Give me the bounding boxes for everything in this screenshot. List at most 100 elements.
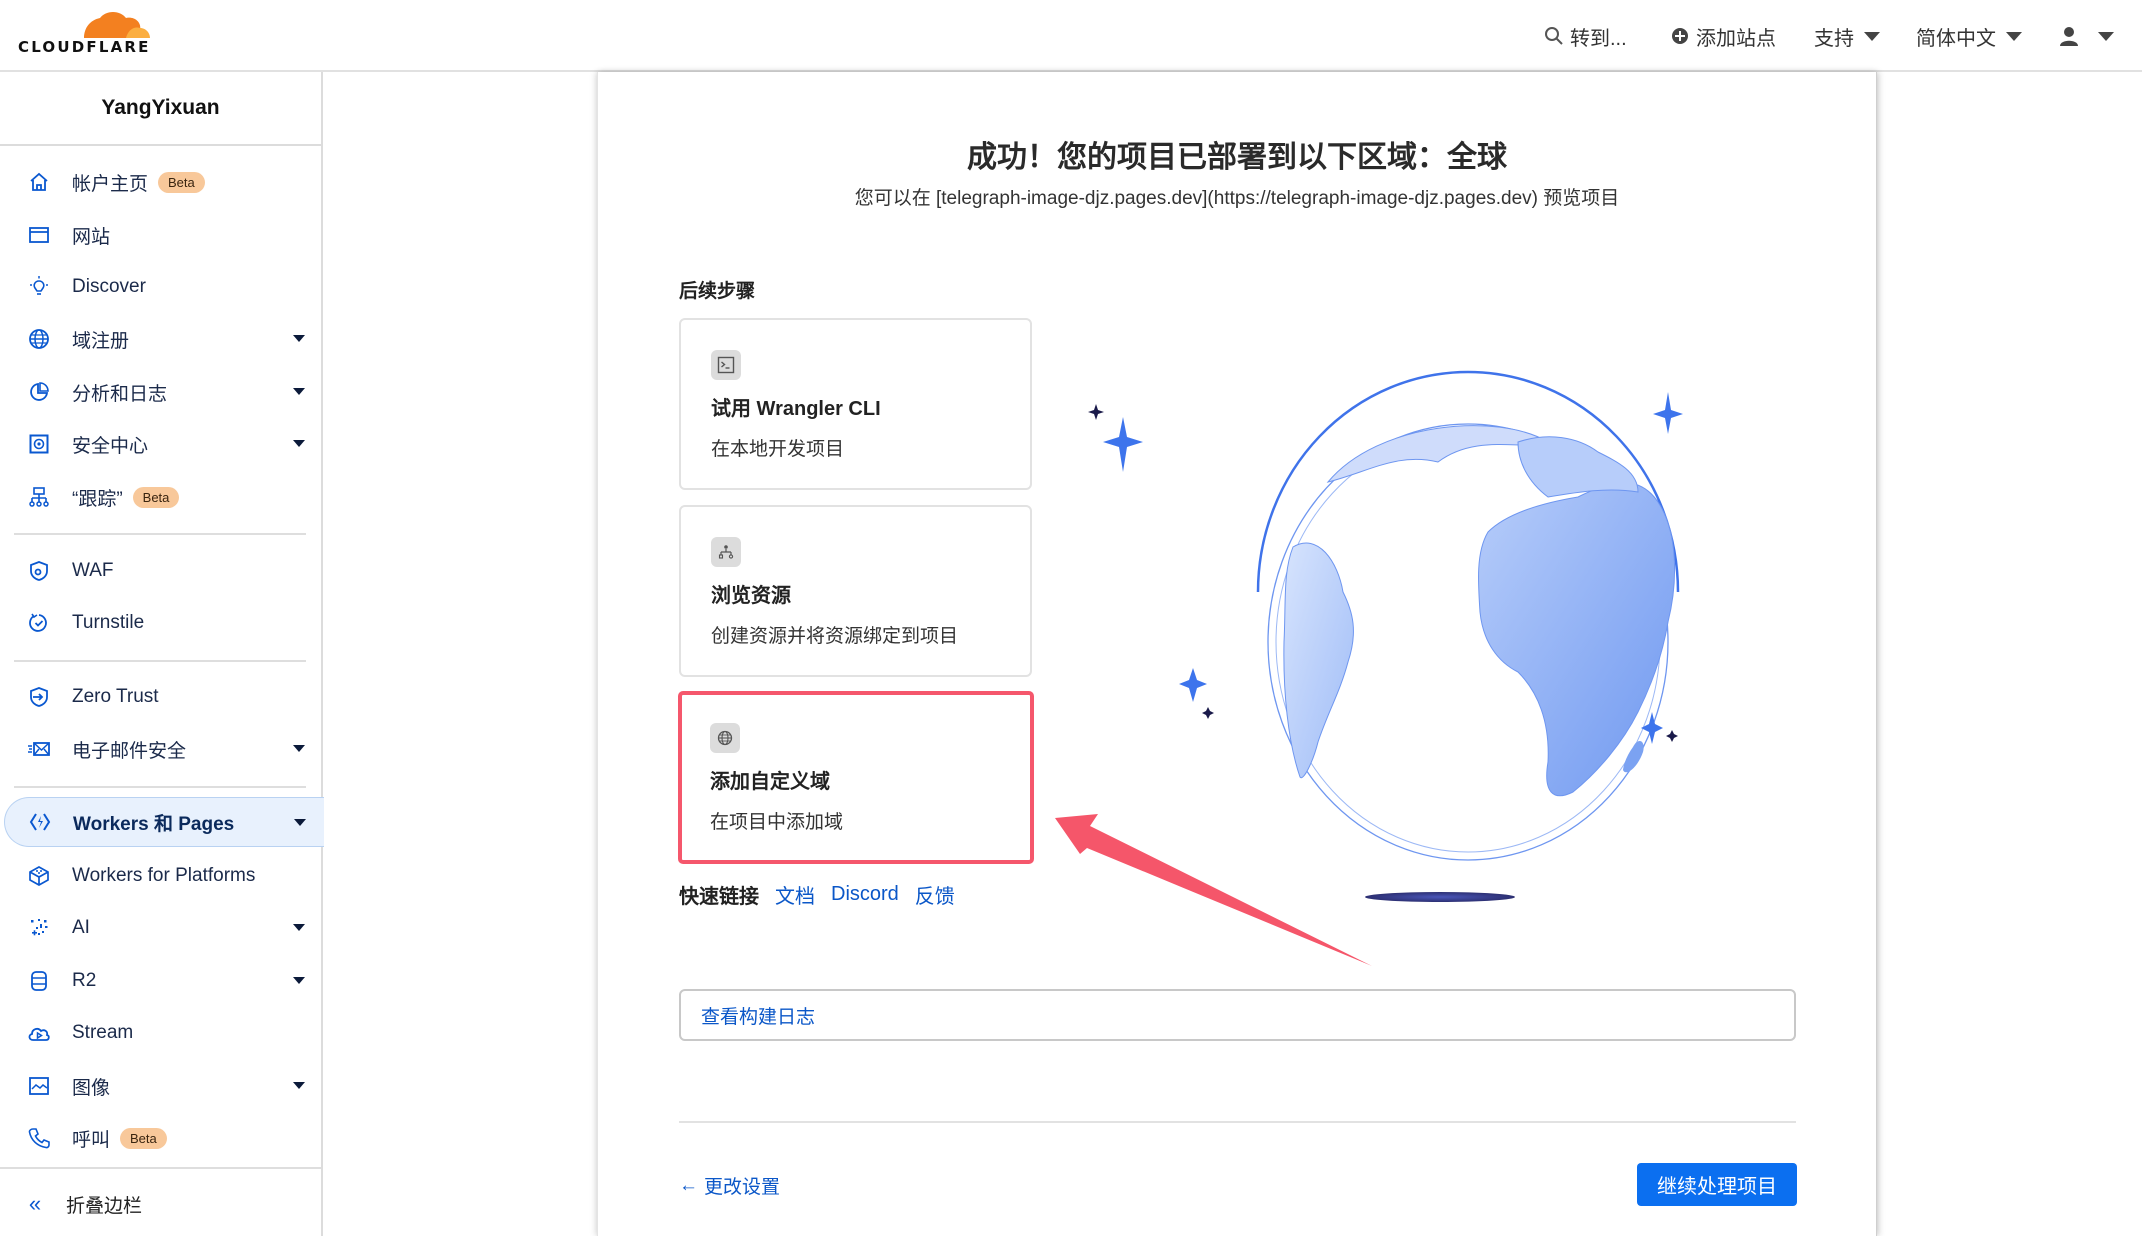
search-icon bbox=[1545, 27, 1563, 45]
page-title: 成功！您的项目已部署到以下区域：全球 bbox=[967, 141, 1507, 174]
sidebar-item-label: 安全中心 bbox=[72, 435, 149, 457]
plus-circle-icon bbox=[1672, 28, 1688, 44]
feedback-link[interactable]: 反馈 bbox=[915, 880, 955, 909]
landmass-europe bbox=[1517, 436, 1639, 498]
sidebar-item-label: “跟踪” bbox=[72, 488, 123, 510]
footer-divider bbox=[679, 1121, 1796, 1123]
preview-url-text: 您可以在 [telegraph-image-djz.pages.dev](htt… bbox=[854, 188, 1620, 209]
cube-icon bbox=[26, 863, 52, 889]
next-steps-heading: 后续步骤 bbox=[679, 281, 756, 302]
hierarchy-icon bbox=[711, 537, 741, 567]
sidebar-item-security-center[interactable]: 安全中心 bbox=[0, 419, 321, 469]
refresh-check-icon bbox=[26, 610, 52, 636]
goto-label: 转到... bbox=[1570, 27, 1627, 50]
sidebar-item-label: 电子邮件安全 bbox=[72, 740, 187, 762]
sidebar-item-analytics-logs[interactable]: 分析和日志 bbox=[0, 367, 321, 417]
chevron-down-icon bbox=[294, 819, 306, 826]
change-settings-link[interactable]: ← 更改设置 bbox=[679, 1172, 780, 1199]
sidebar-item-workers-pages[interactable]: Workers 和 Pages bbox=[4, 797, 324, 847]
fast-mail-icon bbox=[26, 736, 52, 762]
sidebar-item-zero-trust[interactable]: Zero Trust bbox=[0, 672, 321, 722]
sidebar: YangYixuan 帐户主页 Beta 网站 Discover 域注册 分析和日… bbox=[0, 72, 324, 1236]
sidebar-item-label: 分析和日志 bbox=[72, 383, 168, 405]
sidebar-item-trace[interactable]: “跟踪” Beta bbox=[0, 472, 321, 522]
top-header: CLOUDFLARE 转到... 添加站点 支持 简体中文 bbox=[0, 0, 2142, 72]
card-title: 试用 Wrangler CLI bbox=[711, 398, 881, 420]
double-chevron-left-icon: « bbox=[28, 1191, 42, 1216]
card-title: 添加自定义域 bbox=[710, 771, 830, 793]
sidebar-item-label: WAF bbox=[72, 560, 114, 581]
support-menu[interactable]: 支持 bbox=[1814, 18, 1880, 54]
shield-gear-icon bbox=[26, 558, 52, 584]
shield-enter-icon bbox=[26, 684, 52, 710]
collapse-sidebar-label: 折叠边栏 bbox=[66, 1195, 143, 1217]
landmass-africa bbox=[1477, 482, 1676, 797]
cloudflare-wordmark: CLOUDFLARE bbox=[18, 38, 151, 56]
quick-links: 快速链接 文档 Discord 反馈 bbox=[679, 880, 955, 909]
collapse-sidebar-button[interactable]: « 折叠边栏 bbox=[0, 1179, 321, 1229]
sidebar-item-r2[interactable]: R2 bbox=[0, 956, 321, 1006]
globe-illustration bbox=[1088, 370, 1683, 902]
card-try-wrangler-cli[interactable]: 试用 Wrangler CLI 在本地开发项目 bbox=[679, 318, 1032, 490]
landmass-south-america bbox=[1283, 542, 1354, 779]
discord-link[interactable]: Discord bbox=[831, 883, 899, 906]
card-add-custom-domain[interactable]: 添加自定义域 在项目中添加域 bbox=[678, 691, 1034, 864]
chevron-down-icon bbox=[293, 745, 305, 752]
sidebar-item-calls[interactable]: 呼叫 Beta bbox=[0, 1113, 321, 1163]
arrow-left-icon: ← bbox=[679, 1174, 698, 1196]
sidebar-item-images[interactable]: 图像 bbox=[0, 1061, 321, 1111]
chevron-down-icon bbox=[2098, 31, 2114, 41]
sidebar-item-label: Workers 和 Pages bbox=[73, 813, 235, 835]
network-tree-icon bbox=[26, 484, 52, 510]
sidebar-item-turnstile[interactable]: Turnstile bbox=[0, 598, 321, 648]
beta-badge: Beta bbox=[158, 171, 205, 193]
safe-icon bbox=[26, 431, 52, 457]
account-name[interactable]: YangYixuan bbox=[0, 72, 321, 146]
quick-links-label: 快速链接 bbox=[679, 886, 759, 908]
sidebar-divider bbox=[14, 786, 306, 788]
docs-link[interactable]: 文档 bbox=[775, 880, 815, 909]
view-build-log-button[interactable]: 查看构建日志 bbox=[679, 989, 1796, 1041]
pie-chart-icon bbox=[26, 379, 52, 405]
sidebar-item-waf[interactable]: WAF bbox=[0, 546, 321, 596]
card-browse-resources[interactable]: 浏览资源 创建资源并将资源绑定到项目 bbox=[679, 505, 1032, 677]
sidebar-item-account-home[interactable]: 帐户主页 Beta bbox=[0, 157, 321, 207]
chevron-down-icon bbox=[293, 977, 305, 984]
sidebar-item-label: AI bbox=[72, 917, 90, 938]
sidebar-item-workers-for-platforms[interactable]: Workers for Platforms bbox=[0, 851, 321, 901]
sidebar-item-label: 呼叫 bbox=[72, 1129, 111, 1151]
chevron-down-icon bbox=[293, 388, 305, 395]
sidebar-item-discover[interactable]: Discover bbox=[0, 262, 321, 312]
sidebar-item-label: Turnstile bbox=[72, 612, 145, 633]
sidebar-divider bbox=[14, 660, 306, 662]
sidebar-item-domain-registration[interactable]: 域注册 bbox=[0, 314, 321, 364]
chevron-down-icon bbox=[1864, 31, 1880, 41]
sidebar-item-label: R2 bbox=[72, 970, 97, 991]
browser-window-icon bbox=[26, 222, 52, 248]
sidebar-item-label: 网站 bbox=[72, 226, 111, 248]
user-menu[interactable] bbox=[2058, 18, 2114, 54]
globe-shadow bbox=[1365, 892, 1515, 902]
chevron-down-icon bbox=[293, 924, 305, 931]
continue-to-project-button[interactable]: 继续处理项目 bbox=[1637, 1163, 1797, 1206]
terminal-icon bbox=[711, 350, 741, 380]
sidebar-item-stream[interactable]: Stream bbox=[0, 1008, 321, 1058]
workers-icon bbox=[27, 809, 53, 835]
add-site-button[interactable]: 添加站点 bbox=[1670, 18, 1776, 54]
sidebar-item-email-security[interactable]: 电子邮件安全 bbox=[0, 724, 321, 774]
sidebar-item-label: 帐户主页 bbox=[72, 173, 149, 195]
phone-icon bbox=[26, 1125, 52, 1151]
image-icon bbox=[26, 1073, 52, 1099]
card-description: 创建资源并将资源绑定到项目 bbox=[711, 626, 959, 647]
deployment-success-panel: 成功！您的项目已部署到以下区域：全球 您可以在 [telegraph-image… bbox=[597, 72, 1877, 1236]
cloudflare-logo[interactable]: CLOUDFLARE bbox=[18, 6, 154, 58]
home-icon bbox=[26, 169, 52, 195]
goto-search-button[interactable]: 转到... bbox=[1544, 18, 1627, 54]
chevron-down-icon bbox=[293, 440, 305, 447]
user-icon bbox=[2060, 27, 2078, 46]
card-title: 浏览资源 bbox=[711, 585, 791, 607]
sidebar-item-ai[interactable]: AI bbox=[0, 903, 321, 953]
sidebar-item-label: Discover bbox=[72, 276, 146, 297]
sidebar-item-websites[interactable]: 网站 bbox=[0, 210, 321, 260]
language-menu[interactable]: 简体中文 bbox=[1916, 18, 2022, 54]
